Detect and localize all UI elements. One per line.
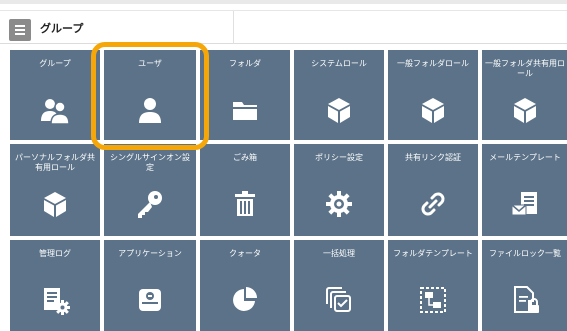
tile-label: 一般フォルダ共有用ロール [485, 59, 565, 78]
tile-share-link-auth[interactable]: 共有リンク認証 [388, 144, 478, 236]
tile-label: システムロール [311, 59, 367, 68]
link-icon [416, 187, 450, 221]
tile-label: アプリケーション [118, 249, 182, 258]
admin-tile-grid: グループ ユーザ フォルダ システムロール 一般フォルダロール 一般フォルダ共有… [10, 42, 567, 331]
mail-template-icon [508, 187, 542, 221]
tile-folder[interactable]: フォルダ [200, 50, 290, 140]
user-icon [133, 93, 167, 127]
tile-label: ポリシー設定 [315, 153, 363, 162]
tile-trash[interactable]: ごみ箱 [200, 144, 290, 236]
tile-label: グループ [39, 59, 71, 68]
tile-application[interactable]: アプリケーション [104, 240, 196, 331]
tile-file-lock-list[interactable]: ファイルロック一覧 [482, 240, 567, 331]
tile-personal-folder-role[interactable]: パーソナルフォルダ共有用ロール [10, 144, 100, 236]
tile-label: 一般フォルダロール [397, 59, 469, 68]
key-icon [133, 187, 167, 221]
cube-icon [322, 93, 356, 127]
tile-policy-settings[interactable]: ポリシー設定 [294, 144, 384, 236]
tile-label: フォルダテンプレート [393, 249, 473, 258]
pie-chart-icon [228, 283, 262, 317]
tile-folder-template[interactable]: フォルダテンプレート [388, 240, 478, 331]
folder-template-icon [416, 283, 450, 317]
top-border [0, 0, 567, 4]
hamburger-menu-icon[interactable] [9, 19, 31, 41]
tile-label: 管理ログ [39, 249, 71, 258]
tile-label: 共有リンク認証 [405, 153, 461, 162]
tile-folder-role[interactable]: 一般フォルダロール [388, 50, 478, 140]
tile-label: クォータ [229, 249, 261, 258]
tile-label: ファイルロック一覧 [489, 249, 561, 258]
cube-icon [508, 93, 542, 127]
log-settings-icon [38, 283, 72, 317]
tile-quota[interactable]: クォータ [200, 240, 290, 331]
drive-icon [133, 283, 167, 317]
header-divider [233, 11, 234, 44]
file-lock-icon [508, 283, 542, 317]
tile-system-role[interactable]: システムロール [294, 50, 384, 140]
group-icon [38, 93, 72, 127]
tile-folder-share-role[interactable]: 一般フォルダ共有用ロール [482, 50, 567, 140]
tile-label: パーソナルフォルダ共有用ロール [15, 153, 95, 172]
tile-batch-processing[interactable]: 一括処理 [294, 240, 384, 331]
tile-group[interactable]: グループ [10, 50, 100, 140]
tile-admin-log[interactable]: 管理ログ [10, 240, 100, 331]
page-title: グループ [40, 22, 84, 35]
tile-label: シングルサインオン設定 [110, 153, 190, 172]
trash-icon [228, 187, 262, 221]
header-bar: グループ [0, 10, 567, 44]
cube-icon [38, 187, 72, 221]
tile-mail-template[interactable]: メールテンプレート [482, 144, 567, 236]
tile-label: フォルダ [229, 59, 261, 68]
tile-user[interactable]: ユーザ [104, 50, 196, 140]
batch-icon [322, 283, 356, 317]
gear-icon [322, 187, 356, 221]
tile-label: 一括処理 [323, 249, 355, 258]
tile-label: ユーザ [138, 59, 162, 68]
cube-icon [416, 93, 450, 127]
folder-icon [228, 93, 262, 127]
tile-sso-settings[interactable]: シングルサインオン設定 [104, 144, 196, 236]
tile-label: メールテンプレート [489, 153, 561, 162]
tile-label: ごみ箱 [233, 153, 257, 162]
